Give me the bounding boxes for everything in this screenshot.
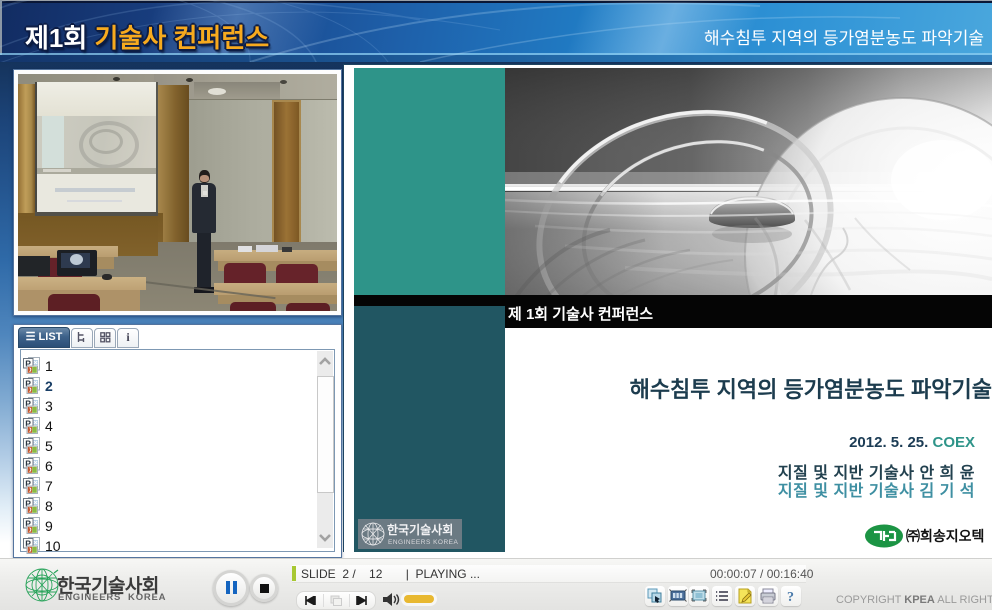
svg-text:?: ? (787, 590, 794, 605)
svg-text:ENGINEERS KOREA: ENGINEERS KOREA (388, 539, 459, 546)
svg-text:㈜희송지오텍: ㈜희송지오텍 (906, 528, 984, 544)
svg-text:한국기술사회: 한국기술사회 (387, 522, 453, 537)
